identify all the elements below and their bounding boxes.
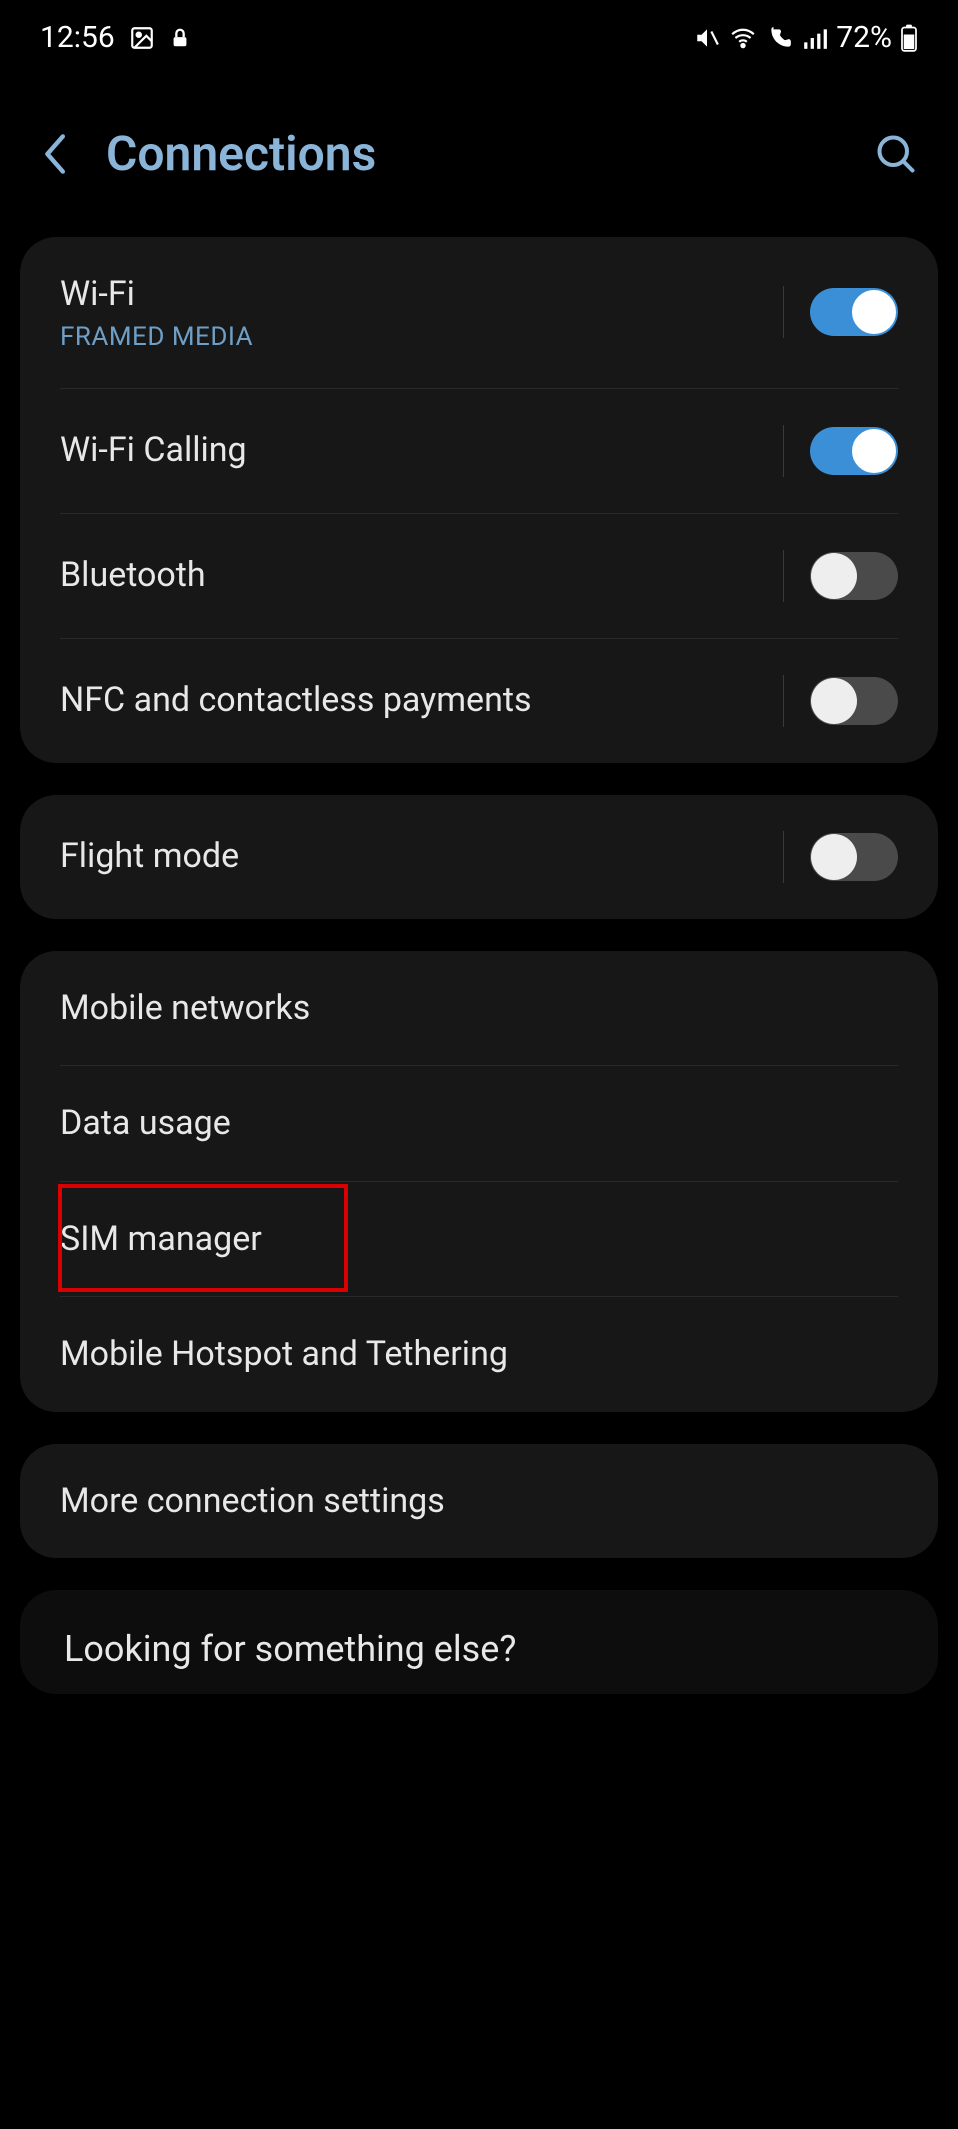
settings-group: More connection settings [20, 1444, 938, 1559]
row-wifi-calling[interactable]: Wi-Fi Calling [20, 389, 938, 513]
battery-percent: 72% [836, 20, 892, 55]
row-content: Bluetooth [60, 554, 783, 597]
footer-prompt: Looking for something else? [20, 1590, 938, 1694]
row-content: Data usage [60, 1102, 898, 1145]
row-content: Mobile networks [60, 987, 898, 1030]
toggle-nfc[interactable] [810, 677, 898, 725]
battery-icon [900, 24, 918, 52]
settings-group: Wi-Fi FRAMED MEDIA Wi-Fi Calling Bluetoo… [20, 237, 938, 763]
row-label: Bluetooth [60, 554, 783, 597]
separator [783, 675, 784, 727]
settings-group: Mobile networks Data usage SIM manager M… [20, 951, 938, 1412]
row-mobile-networks[interactable]: Mobile networks [20, 951, 938, 1066]
toggle-wifi-calling[interactable] [810, 427, 898, 475]
row-content: SIM manager [60, 1218, 898, 1261]
mute-icon [694, 25, 720, 51]
row-sublabel: FRAMED MEDIA [60, 322, 783, 352]
row-label: Mobile networks [60, 987, 898, 1030]
row-wifi[interactable]: Wi-Fi FRAMED MEDIA [20, 237, 938, 388]
status-left: 12:56 [40, 20, 191, 55]
separator [783, 550, 784, 602]
row-content: Mobile Hotspot and Tethering [60, 1333, 898, 1376]
footer-card: Looking for something else? [20, 1590, 938, 1694]
status-right: 72% [694, 20, 918, 55]
row-more-connection-settings[interactable]: More connection settings [20, 1444, 938, 1559]
lock-icon [169, 25, 191, 51]
back-button[interactable] [40, 132, 106, 176]
toggle-flight-mode[interactable] [810, 833, 898, 881]
status-bar: 12:56 72% [0, 0, 958, 70]
separator [783, 425, 784, 477]
row-content: Flight mode [60, 835, 783, 878]
wifi-calling-icon [766, 25, 794, 51]
row-label: More connection settings [60, 1480, 898, 1523]
row-label: Mobile Hotspot and Tethering [60, 1333, 898, 1376]
image-icon [129, 25, 155, 51]
row-sim-manager[interactable]: SIM manager [20, 1182, 938, 1297]
search-button[interactable] [874, 132, 918, 176]
row-label: NFC and contactless payments [60, 679, 783, 722]
row-label: Data usage [60, 1102, 898, 1145]
row-bluetooth[interactable]: Bluetooth [20, 514, 938, 638]
separator [783, 286, 784, 338]
settings-group: Flight mode [20, 795, 938, 919]
wifi-icon [728, 25, 758, 51]
row-content: More connection settings [60, 1480, 898, 1523]
row-content: Wi-Fi Calling [60, 429, 783, 472]
header: Connections [0, 70, 958, 237]
status-time: 12:56 [40, 20, 115, 55]
row-label: Flight mode [60, 835, 783, 878]
toggle-wifi[interactable] [810, 288, 898, 336]
row-flight-mode[interactable]: Flight mode [20, 795, 938, 919]
row-data-usage[interactable]: Data usage [20, 1066, 938, 1181]
row-nfc[interactable]: NFC and contactless payments [20, 639, 938, 763]
separator [783, 831, 784, 883]
toggle-bluetooth[interactable] [810, 552, 898, 600]
row-content: NFC and contactless payments [60, 679, 783, 722]
signal-icon [802, 25, 828, 51]
row-content: Wi-Fi FRAMED MEDIA [60, 273, 783, 352]
row-label: Wi-Fi [60, 273, 783, 316]
row-label: SIM manager [60, 1218, 898, 1261]
row-label: Wi-Fi Calling [60, 429, 783, 472]
row-hotspot-tethering[interactable]: Mobile Hotspot and Tethering [20, 1297, 938, 1412]
page-title: Connections [106, 125, 874, 182]
